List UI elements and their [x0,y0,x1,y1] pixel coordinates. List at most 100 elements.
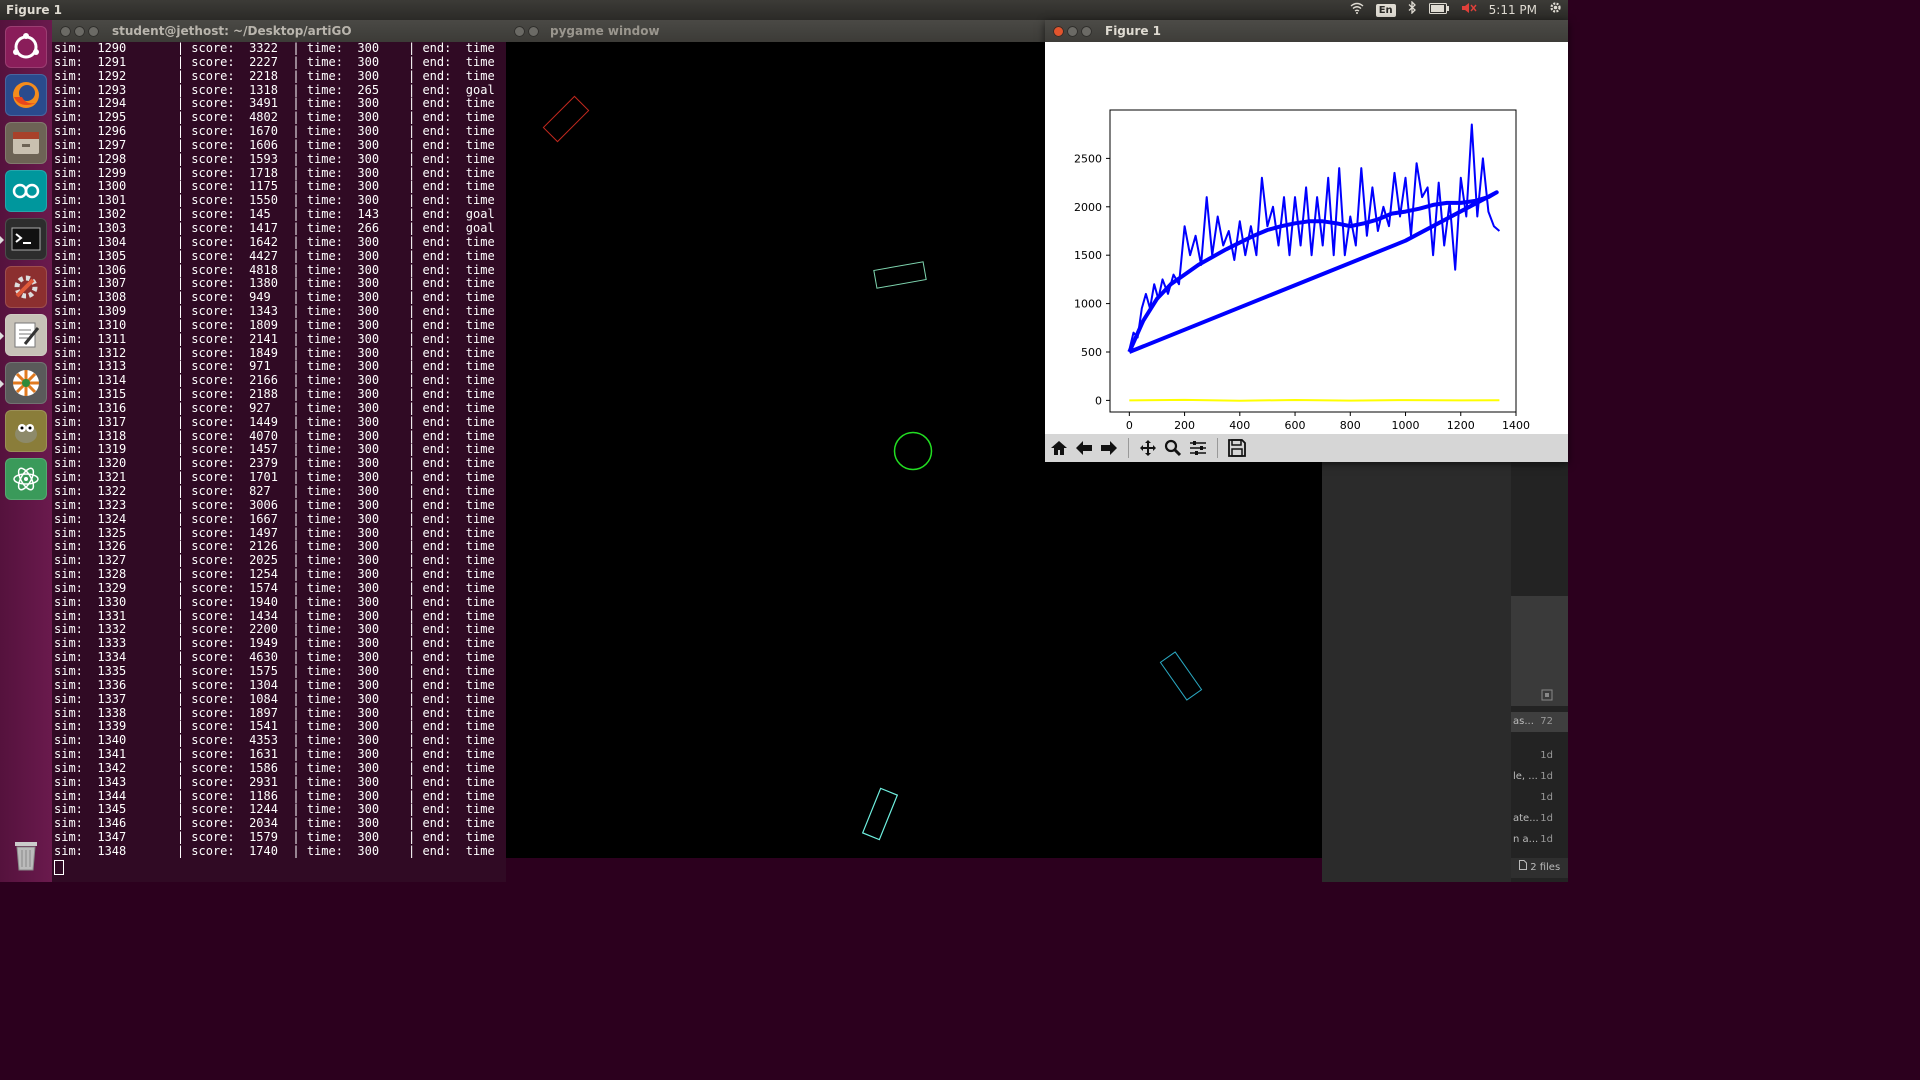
terminal-prompt[interactable] [54,859,506,875]
terminal-line: sim: 1306 | score: 4818 | time: 300 | en… [54,262,495,277]
terminal-line: sim: 1304 | score: 1642 | time: 300 | en… [54,234,495,249]
text-editor-icon[interactable] [0,314,47,356]
terminal-line: sim: 1298 | score: 1593 | time: 300 | en… [54,151,495,166]
settings-icon[interactable] [5,266,47,308]
files-icon[interactable] [5,122,47,164]
terminal-line: sim: 1343 | score: 2931 | time: 300 | en… [54,774,495,789]
configure-icon[interactable] [1187,437,1209,459]
atom-icon[interactable] [5,458,47,500]
figure-titlebar[interactable]: Figure 1 [1045,20,1568,42]
system-tray: En 5:11 PM [1350,0,1562,20]
editor-list-item[interactable]: as... 72 [1511,712,1568,732]
maximize-button[interactable] [88,26,99,37]
volume-muted-icon[interactable] [1461,0,1477,20]
editor-list-item[interactable]: ate... 1d [1511,809,1568,829]
editor-list-item[interactable]: n a... 1d [1511,830,1568,850]
figure-title: Figure 1 [1105,24,1162,38]
minimize-button[interactable] [528,26,539,37]
terminal-line: sim: 1323 | score: 3006 | time: 300 | en… [54,497,495,512]
minimize-button[interactable] [74,26,85,37]
terminal-line: sim: 1314 | score: 2166 | time: 300 | en… [54,373,495,388]
terminal-line: sim: 1332 | score: 2200 | time: 300 | en… [54,622,495,637]
files-badge[interactable]: 2 files [1511,858,1568,878]
terminal-icon[interactable] [0,218,47,260]
terminal-line: sim: 1341 | score: 1631 | time: 300 | en… [54,747,495,762]
y-tick-label: 1000 [1074,298,1102,311]
terminal-line: sim: 1337 | score: 1084 | time: 300 | en… [54,691,495,706]
gear-icon[interactable] [1549,0,1562,20]
terminal-line: sim: 1307 | score: 1380 | time: 300 | en… [54,276,495,291]
y-tick-label: 1500 [1074,249,1102,262]
terminal-line: sim: 1348 | score: 1740 | time: 300 | en… [54,843,495,858]
obstacle-teal [873,261,927,289]
editor-list-item[interactable]: le, ... 1d [1511,767,1568,787]
terminal-line: sim: 1313 | score: 971 | time: 300 | end… [54,359,495,374]
terminal-line: sim: 1344 | score: 1186 | time: 300 | en… [54,788,495,803]
terminal-line: sim: 1295 | score: 4802 | time: 300 | en… [54,110,495,125]
terminal-line: sim: 1308 | score: 949 | time: 300 | end… [54,290,495,305]
figure-window[interactable]: Figure 1 0 200 400 600 800 1000 1200 1400 0 500 10… [1045,20,1568,462]
plot-canvas[interactable]: 0 200 400 600 800 1000 1200 1400 0 500 1000 1500 200… [1045,42,1568,434]
terminal-window[interactable]: student@jethost: ~/Desktop/artiGO sim: 1… [52,20,506,882]
terminal-line: sim: 1292 | score: 2218 | time: 300 | en… [54,68,495,83]
series-line-2 [1129,398,1500,402]
home-icon[interactable] [1048,437,1070,459]
close-button[interactable] [60,26,71,37]
y-tick-label: 2000 [1074,201,1102,214]
terminal-line: sim: 1347 | score: 1579 | time: 300 | en… [54,830,495,845]
terminal-line: sim: 1296 | score: 1670 | time: 300 | en… [54,124,495,139]
maximize-button[interactable] [1081,26,1092,37]
terminal-line: sim: 1317 | score: 1449 | time: 300 | en… [54,414,495,429]
arduino-icon[interactable] [5,170,47,212]
editor-list-item[interactable]: 1d [1511,746,1568,766]
ubuntu-icon[interactable] [5,26,47,68]
keyboard-layout-indicator[interactable]: En [1375,3,1396,17]
close-button[interactable] [514,26,525,37]
save-icon[interactable] [1226,437,1248,459]
terminal-line: sim: 1346 | score: 2034 | time: 300 | en… [54,816,495,831]
wheel-icon[interactable] [0,362,47,404]
terminal-line: sim: 1303 | score: 1417 | time: 266 | en… [54,220,495,235]
terminal-line: sim: 1302 | score: 145 | time: 143 | end… [54,207,495,222]
minimize-button[interactable] [1067,26,1078,37]
gimp-icon[interactable] [5,410,47,452]
agent-circle [893,431,933,471]
terminal-line: sim: 1316 | score: 927 | time: 300 | end… [54,400,495,415]
terminal-line: sim: 1325 | score: 1497 | time: 300 | en… [54,525,495,540]
wifi-icon[interactable] [1350,0,1364,20]
close-button[interactable] [1053,26,1064,37]
terminal-titlebar[interactable]: student@jethost: ~/Desktop/artiGO [52,20,506,42]
obstacle-cyan [1159,651,1203,701]
obstacle-aqua [861,787,899,841]
terminal-line: sim: 1321 | score: 1701 | time: 300 | en… [54,470,495,485]
trash-icon[interactable] [5,834,47,876]
zoom-icon[interactable] [1162,437,1184,459]
x-tick-label: 600 [1285,419,1306,432]
pan-icon[interactable] [1137,437,1159,459]
editor-list-item[interactable]: 1d [1511,788,1568,808]
terminal-line: sim: 1319 | score: 1457 | time: 300 | en… [54,442,495,457]
terminal-line: sim: 1290 | score: 3322 | time: 300 | en… [54,41,495,55]
clock[interactable]: 5:11 PM [1489,0,1537,20]
terminal-line: sim: 1339 | score: 1541 | time: 300 | en… [54,719,495,734]
x-tick-label: 1400 [1502,419,1530,432]
terminal-line: sim: 1345 | score: 1244 | time: 300 | en… [54,802,495,817]
pygame-title: pygame window [550,24,660,38]
forward-icon[interactable] [1098,437,1120,459]
firefox-icon[interactable] [5,74,47,116]
battery-icon[interactable] [1428,0,1449,20]
expand-icon[interactable] [1541,686,1553,705]
figure-toolbar [1045,434,1568,462]
terminal-output[interactable]: sim: 1290 | score: 3322 | time: 300 | en… [54,41,506,882]
file-icon [1519,860,1530,873]
x-tick-label: 0 [1126,419,1133,432]
back-icon[interactable] [1073,437,1095,459]
bluetooth-icon[interactable] [1408,0,1417,20]
terminal-line: sim: 1300 | score: 1175 | time: 300 | en… [54,179,495,194]
x-tick-label: 200 [1174,419,1195,432]
terminal-line: sim: 1320 | score: 2379 | time: 300 | en… [54,456,495,471]
active-app-title: Figure 1 [6,3,63,17]
terminal-line: sim: 1334 | score: 4630 | time: 300 | en… [54,650,495,665]
terminal-line: sim: 1328 | score: 1254 | time: 300 | en… [54,567,495,582]
terminal-line: sim: 1338 | score: 1897 | time: 300 | en… [54,705,495,720]
